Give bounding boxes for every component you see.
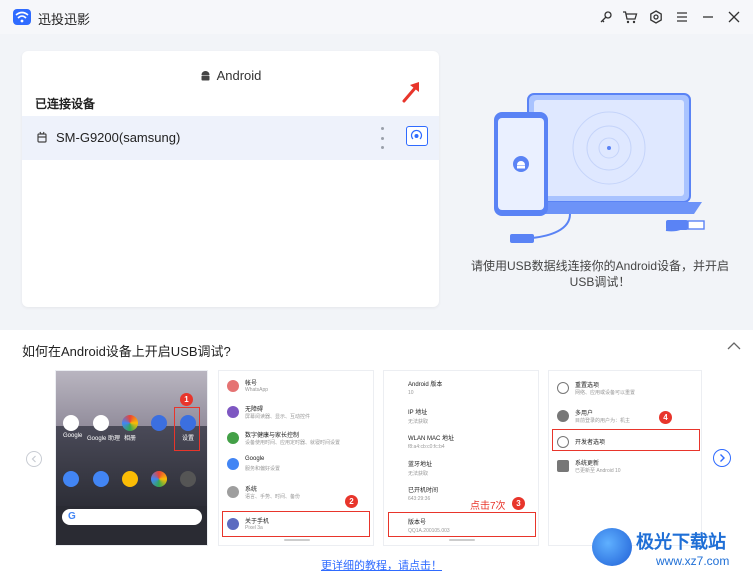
chevron-up-icon[interactable] — [727, 341, 741, 351]
platform-label: Android — [216, 68, 262, 83]
device-row[interactable]: SM-G9200(samsung) — [22, 116, 439, 160]
cart-icon[interactable] — [621, 8, 639, 26]
more-options-icon[interactable] — [379, 127, 385, 149]
watermark: 极光下载站 www.xz7.com — [592, 524, 752, 574]
app-label-google: Google — [63, 433, 83, 439]
chevron-left-icon — [31, 455, 36, 463]
key-icon[interactable] — [597, 8, 615, 26]
tap-hint: 点击7次 — [470, 501, 506, 512]
app-label-assistant: Google 助理 — [87, 436, 121, 442]
settings-icon[interactable] — [647, 8, 665, 26]
devices-panel: Android 已连接设备 SM-G9200(samsung) — [22, 51, 439, 307]
highlight-box — [174, 407, 200, 451]
google-app-icon — [63, 415, 79, 431]
platform-header: Android — [22, 68, 439, 85]
next-button[interactable] — [713, 449, 731, 467]
watermark-url: www.xz7.com — [656, 554, 730, 568]
app-icon — [151, 415, 167, 431]
step-badge: 1 — [180, 393, 193, 406]
chrome-app-icon — [151, 471, 167, 487]
close-icon[interactable] — [725, 8, 743, 26]
step-4-screenshot: 重置选项 网络、应用或设备可以重置 多用户 目前登录的用户为：机主 开发者选项 系统… — [548, 370, 702, 546]
title-bar: 迅投迅影 — [0, 0, 753, 34]
connected-devices-title: 已连接设备 — [35, 97, 96, 111]
app-logo-icon — [13, 9, 31, 25]
watermark-title: 极光下载站 — [636, 532, 726, 553]
google-search-bar: G — [62, 509, 202, 525]
app-label-photos: 相册 — [124, 436, 137, 442]
step-3-screenshot: Android 版本 10 IP 地址 无法获取 WLAN MAC 地址 f8:a4:… — [383, 370, 539, 546]
help-title: 如何在Android设备上开启USB调试? — [22, 344, 231, 359]
detailed-tutorial-link[interactable]: 更详细的教程，请点击！ — [321, 557, 442, 573]
photos-app-icon — [122, 415, 138, 431]
pointer-arrow-icon — [402, 82, 419, 103]
cast-icon — [410, 129, 423, 140]
step-1-screenshot: Google Google 助理 相册 设置 1 G — [55, 370, 208, 546]
highlight-box — [552, 429, 700, 451]
highlight-box — [222, 511, 370, 537]
highlight-box — [388, 512, 536, 537]
camera-app-icon — [180, 471, 196, 487]
watermark-logo-icon — [592, 528, 632, 566]
cast-button[interactable] — [406, 126, 428, 146]
android-device-icon — [36, 131, 48, 147]
menu-icon[interactable] — [673, 8, 691, 26]
chevron-right-icon — [720, 454, 725, 462]
assistant-app-icon — [93, 415, 109, 431]
usb-instruction-text: 请使用USB数据线连接你的Android设备，并开启USB调试！ — [470, 259, 730, 289]
minimize-icon[interactable] — [699, 8, 717, 26]
step-badge: 2 — [345, 495, 358, 508]
messages-app-icon — [93, 471, 109, 487]
step-badge: 3 — [512, 497, 525, 510]
app-title: 迅投迅影 — [38, 12, 91, 27]
play-store-app-icon — [122, 471, 138, 487]
device-name: SM-G9200(samsung) — [56, 130, 181, 145]
phone-app-icon — [63, 471, 79, 487]
android-icon — [200, 70, 211, 85]
previous-button[interactable] — [26, 451, 42, 467]
step-badge: 4 — [659, 411, 672, 424]
usb-connection-illustration — [494, 93, 705, 243]
step-2-screenshot: 帐号 WhatsApp 无障碍 屏幕阅读器、显示、互动控件 数字健康与家长控制 设备使… — [218, 370, 374, 546]
